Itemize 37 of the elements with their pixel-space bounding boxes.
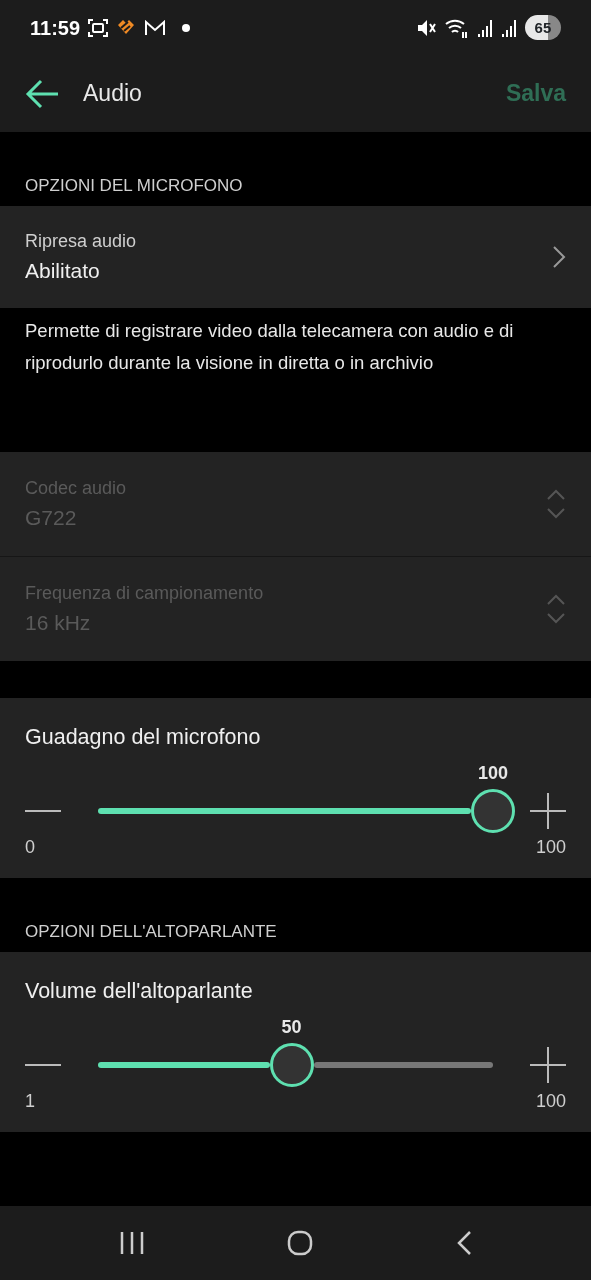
setting-row[interactable]: Ripresa audio Abilitato [0, 206, 591, 308]
screenshot-icon [88, 18, 109, 37]
home-icon[interactable] [287, 1230, 314, 1256]
mail-icon [144, 19, 167, 36]
slider-thumb[interactable] [269, 1043, 314, 1087]
slider-thumb[interactable] [471, 789, 515, 833]
signal-icon [500, 18, 517, 37]
wifi-icon [444, 17, 469, 38]
slider-label: Volume dell'altoparlante [24, 978, 254, 1004]
minus-icon[interactable] [25, 1063, 61, 1067]
setting-label: Ripresa audio [25, 229, 138, 253]
max-label: 100 [535, 1090, 566, 1113]
slider-label: Guadagno del microfono [24, 724, 262, 750]
section-heading: OPZIONI DELL'ALTOPARLANTE [24, 920, 278, 943]
dot-icon [182, 23, 191, 32]
back-icon[interactable] [455, 1230, 472, 1256]
description-text: Permette di registrare video dalla telecamera con audio e di riprodurlo durante la visione in diretta o in archivio [24, 319, 515, 375]
up-down-icon [546, 594, 566, 624]
section-heading: OPZIONI DEL MICROFONO [24, 174, 244, 197]
min-label: 0 [25, 836, 35, 859]
signal-icon [476, 18, 493, 37]
battery-indicator: 65 [524, 14, 561, 41]
up-down-icon [546, 489, 566, 519]
slider-value: 100 [478, 762, 508, 785]
plus-icon[interactable] [530, 793, 566, 829]
max-label: 100 [535, 836, 566, 859]
chevron-right-icon [552, 245, 566, 269]
plus-icon[interactable] [530, 1047, 566, 1083]
slider-value: 50 [281, 1016, 302, 1039]
min-label: 1 [25, 1090, 35, 1113]
mute-icon [416, 18, 437, 37]
minus-icon[interactable] [25, 809, 61, 813]
screen-title: Audio [83, 79, 142, 109]
back-arrow-icon[interactable] [25, 78, 59, 109]
setting-value: Abilitato [25, 257, 101, 284]
recent-apps-icon[interactable] [119, 1231, 146, 1255]
status-time: 11:59 [30, 15, 81, 41]
